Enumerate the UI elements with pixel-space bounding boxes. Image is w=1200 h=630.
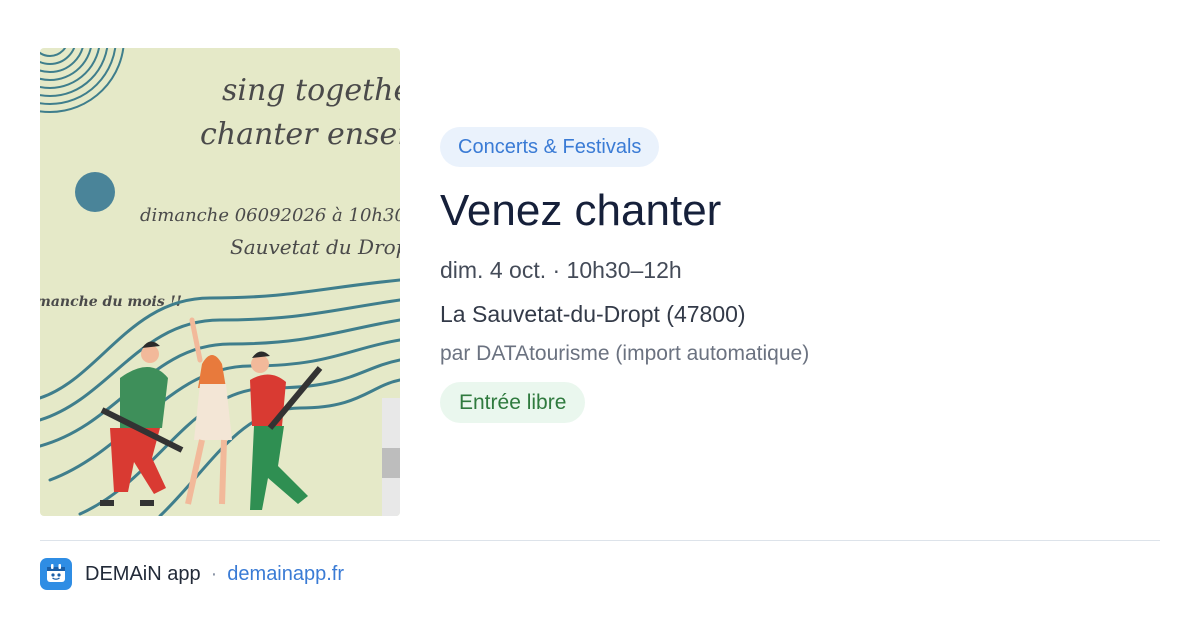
footer-divider (40, 540, 1160, 541)
price-badge: Entrée libre (440, 382, 586, 423)
app-footer: DEMAiN app · demainapp.fr (40, 558, 344, 590)
app-website-link[interactable]: demainapp.fr (227, 563, 344, 586)
event-title: Venez chanter (440, 186, 722, 235)
poster-line-2: chanter ensemble (200, 117, 400, 152)
rings-decoration (40, 48, 125, 113)
app-name: DEMAiN app (85, 562, 201, 585)
footer-separator: · (210, 562, 218, 585)
event-poster-image: sing together chanter ensemble dimanche … (40, 48, 400, 516)
event-datetime: dim. 4 oct. · 10h30–12h (440, 257, 682, 283)
poster-line-4: Sauvetat du Dropt (230, 235, 400, 259)
demain-app-logo-icon (40, 558, 72, 590)
poster-line-1: sing together (222, 73, 400, 108)
event-share-card: sing together chanter ensemble dimanche … (0, 0, 1200, 630)
event-source: par DATAtourisme (import automatique) (440, 342, 810, 365)
poster-line-5: manche du mois !! (40, 294, 182, 310)
singer-right-illustration (250, 351, 323, 510)
category-badge[interactable]: Concerts & Festivals (440, 127, 660, 167)
poster-line-3: dimanche 06092026 à 10h30à l'égl (140, 205, 400, 226)
singer-center-illustration (185, 317, 232, 505)
event-location: La Sauvetat-du-Dropt (47800) (440, 301, 746, 327)
singer-left-illustration (100, 341, 184, 506)
dot-decoration (75, 172, 115, 212)
event-details: Concerts & Festivals Venez chanter dim. … (440, 127, 1160, 423)
